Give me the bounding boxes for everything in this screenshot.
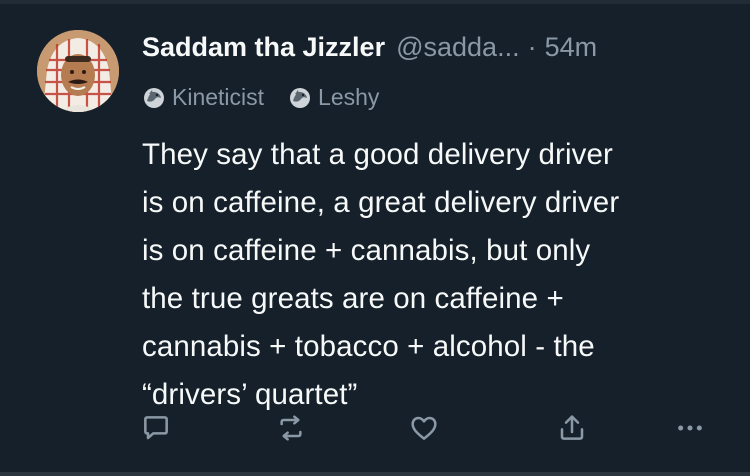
avatar-image [37, 30, 119, 112]
tweet-text-line: the true greats are on caffeine + [142, 282, 564, 315]
badge-label: Leshy [318, 84, 380, 110]
reply-icon [144, 416, 168, 440]
user-handle[interactable]: @sadda... [396, 27, 519, 67]
retweet-icon [280, 415, 302, 441]
like-button[interactable] [406, 410, 442, 446]
retweet-button[interactable] [273, 410, 309, 446]
reply-button[interactable] [138, 410, 174, 446]
separator-dot: · [527, 32, 537, 62]
tweet-text-line: They say that a good delivery driver [142, 138, 613, 171]
tweet-card[interactable]: Saddam tha Jizzler @sadda... · 54m Kinet… [0, 0, 750, 476]
top-divider [0, 0, 750, 4]
more-button[interactable] [672, 410, 708, 446]
heart-icon [411, 416, 437, 440]
timestamp[interactable]: 54m [545, 27, 598, 67]
avatar[interactable] [37, 30, 119, 112]
badge-leshy[interactable]: Leshy [288, 84, 379, 111]
tweet-actions [138, 410, 718, 450]
display-name[interactable]: Saddam tha Jizzler [142, 27, 385, 67]
tweet-header: Saddam tha Jizzler @sadda... · 54m [142, 27, 597, 67]
bottom-divider [0, 472, 750, 476]
tweet-text-line: is on caffeine + cannabis, but only [142, 234, 591, 267]
tweet-text-line: is on caffeine, a great delivery driver [142, 186, 620, 219]
badge-label: Kineticist [172, 84, 265, 110]
user-badges: Kineticist Leshy [142, 84, 403, 111]
more-icon [678, 425, 702, 431]
tweet-text-line: cannabis + tobacco + alcohol - the [142, 330, 595, 363]
dragon-emblem-icon [142, 86, 166, 110]
share-button[interactable] [554, 410, 590, 446]
tweet-text: They say that a good delivery driver is … [142, 131, 742, 419]
dragon-emblem-icon [288, 86, 312, 110]
badge-kineticist[interactable]: Kineticist [142, 84, 264, 111]
share-icon [560, 415, 584, 440]
